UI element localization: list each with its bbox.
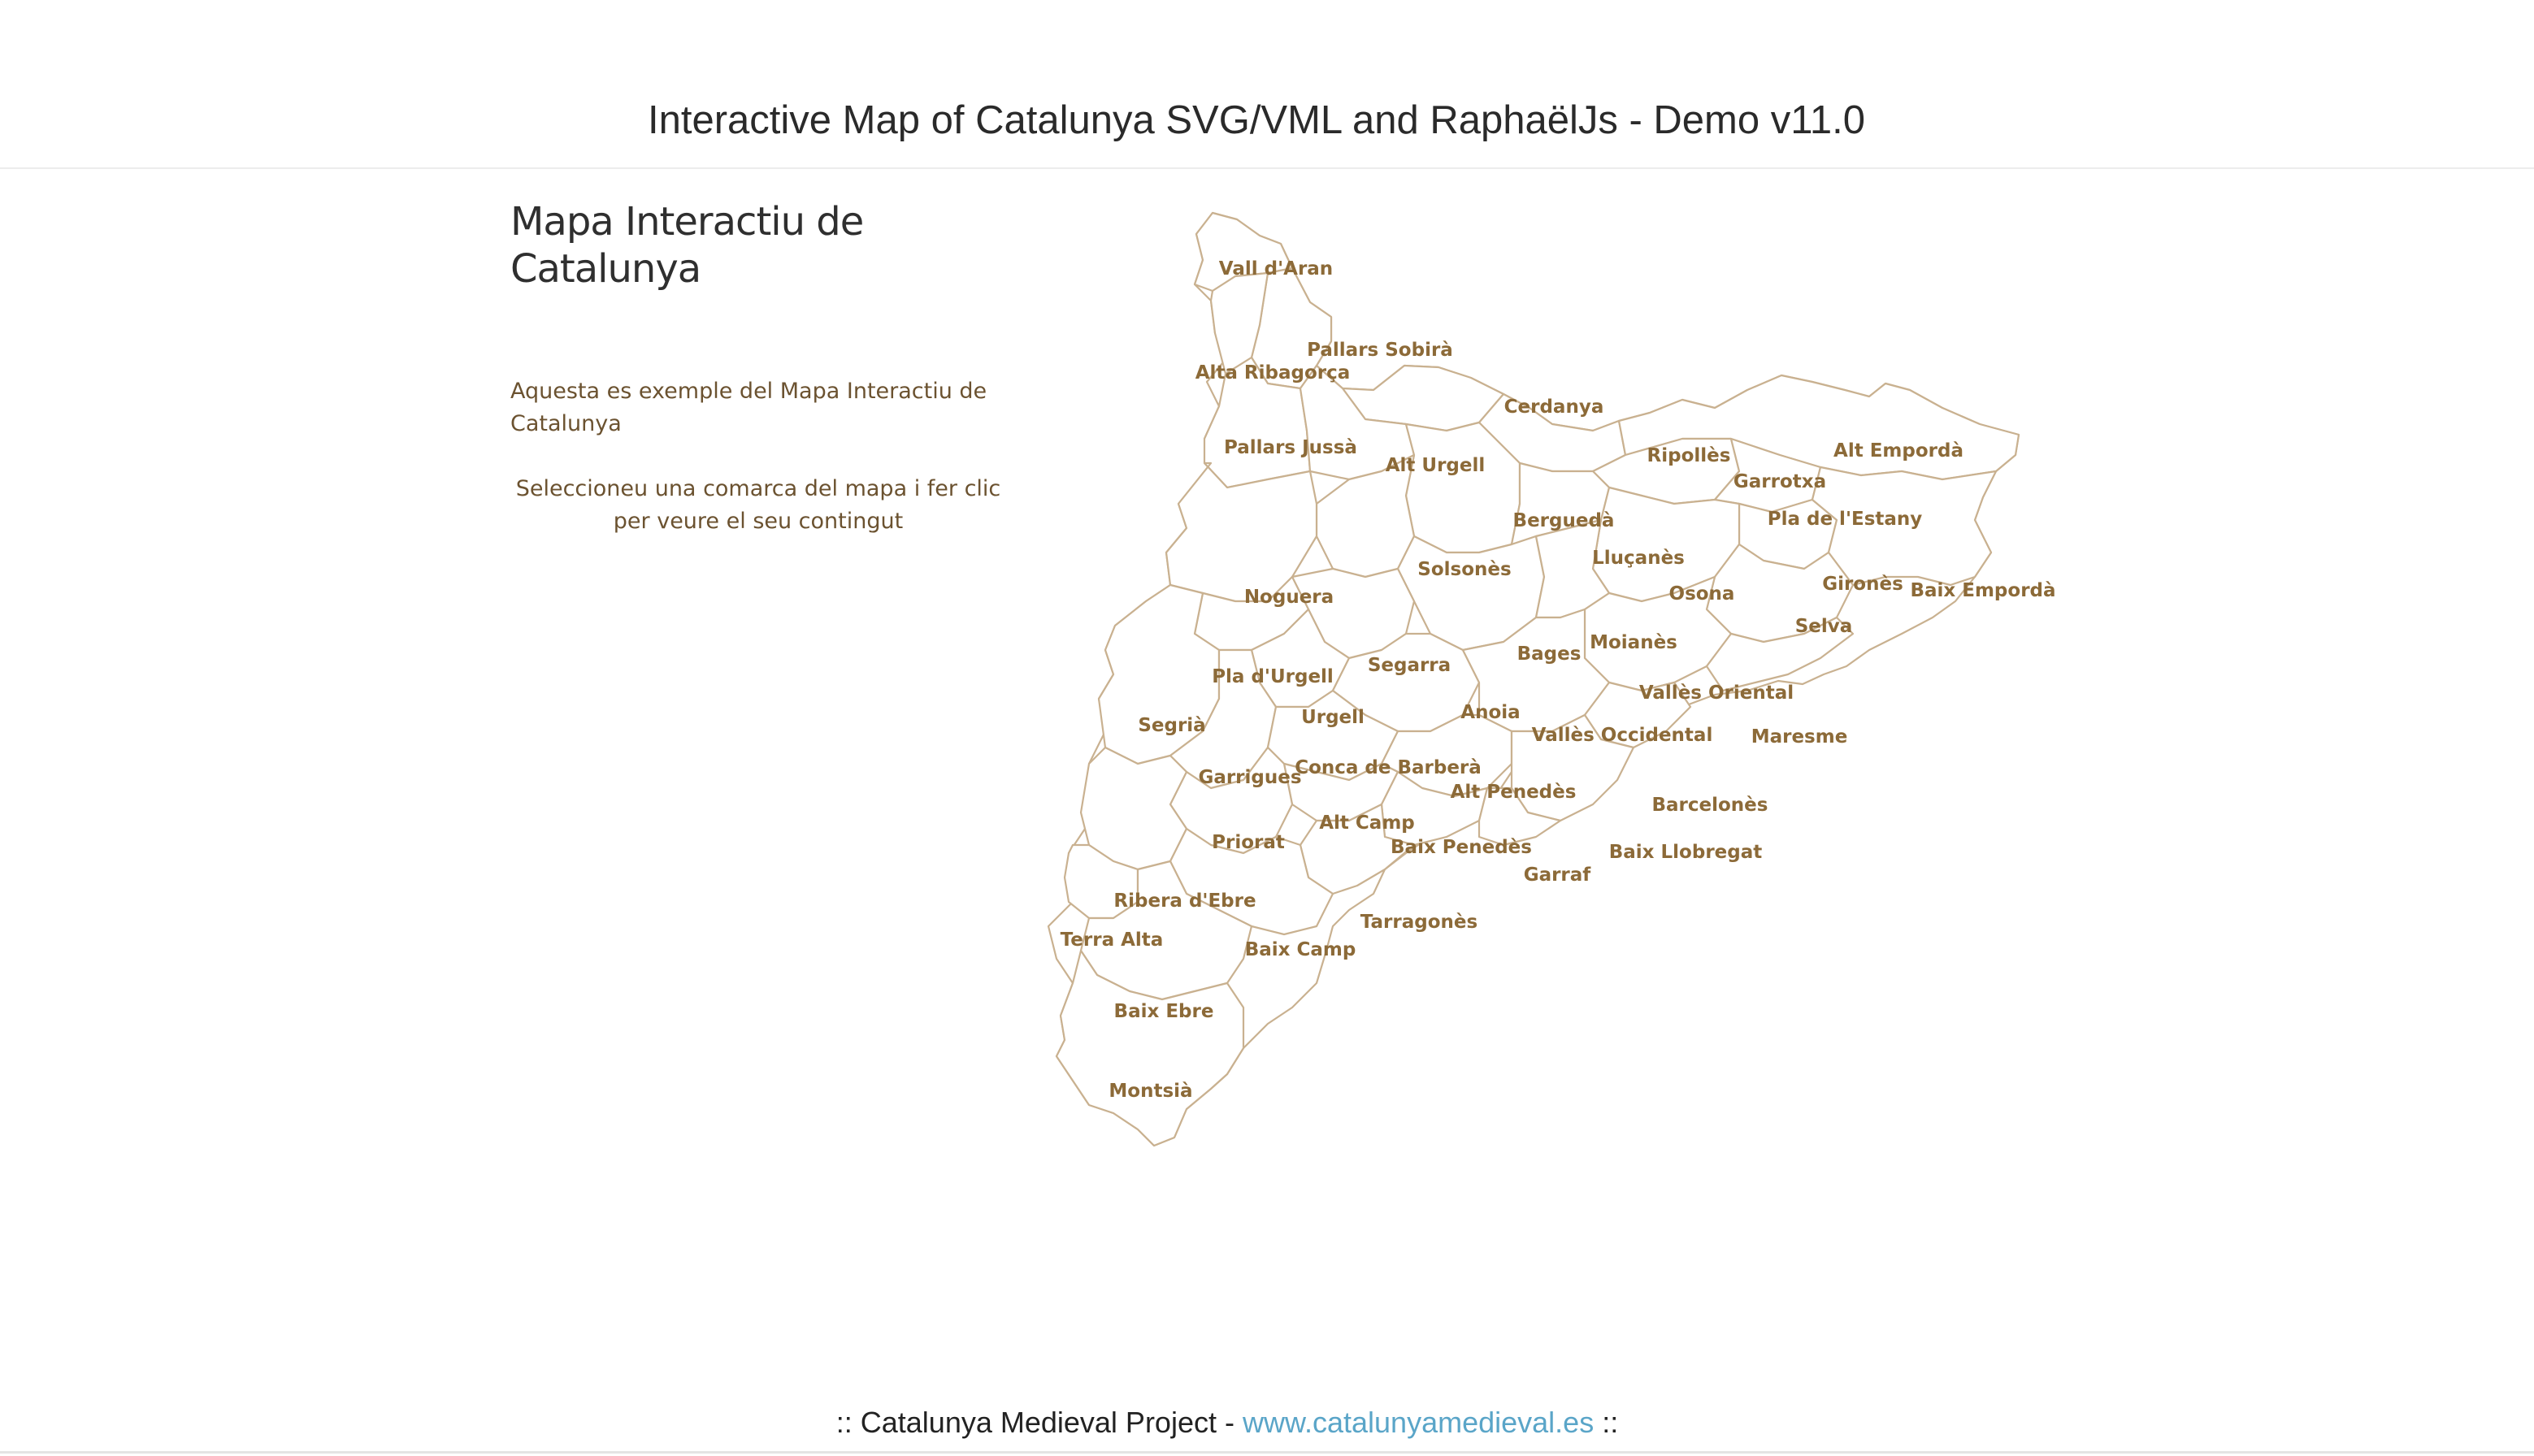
label-bages[interactable]: Bages	[1517, 644, 1582, 665]
label-alt-penedes[interactable]: Alt Penedès	[1451, 782, 1577, 803]
label-alta-ribagorca[interactable]: Alta Ribagorça	[1195, 362, 1351, 384]
label-segarra[interactable]: Segarra	[1368, 655, 1451, 676]
sidebar-title: Mapa Interactiu de Catalunya	[510, 199, 864, 292]
catalunya-map[interactable]: Vall d'Aran Pallars Sobirà Alta Ribagorç…	[1024, 195, 2081, 1162]
header-divider	[0, 167, 2534, 169]
label-baix-camp[interactable]: Baix Camp	[1245, 939, 1356, 960]
footer: :: Catalunya Medieval Project - www.cata…	[0, 1406, 2454, 1440]
catalunya-map-svg[interactable]: Vall d'Aran Pallars Sobirà Alta Ribagorç…	[1024, 195, 2081, 1162]
label-montsia[interactable]: Montsià	[1109, 1081, 1192, 1102]
label-girones[interactable]: Gironès	[1822, 574, 1903, 595]
label-urgell[interactable]: Urgell	[1301, 707, 1365, 728]
label-garrigues[interactable]: Garrigues	[1198, 767, 1301, 788]
label-anoia[interactable]: Anoia	[1460, 702, 1520, 723]
label-baix-emporda[interactable]: Baix Empordà	[1910, 580, 2055, 601]
footer-link[interactable]: www.catalunyamedieval.es	[1243, 1406, 1594, 1439]
label-valles-occidental[interactable]: Vallès Occidental	[1532, 725, 1713, 746]
label-ripolles[interactable]: Ripollès	[1647, 445, 1731, 466]
label-pla-durgell[interactable]: Pla d'Urgell	[1212, 666, 1334, 687]
footer-divider	[0, 1451, 2534, 1454]
label-valles-oriental[interactable]: Vallès Oriental	[1639, 682, 1794, 704]
label-tarragones[interactable]: Tarragonès	[1360, 912, 1477, 933]
label-pallars-jussa[interactable]: Pallars Jussà	[1224, 437, 1357, 458]
label-garrotxa[interactable]: Garrotxa	[1733, 471, 1826, 492]
label-barcelones[interactable]: Barcelonès	[1652, 795, 1768, 816]
label-terra-alta[interactable]: Terra Alta	[1061, 930, 1164, 951]
label-selva[interactable]: Selva	[1795, 616, 1853, 637]
label-llucanes[interactable]: Lluçanès	[1592, 548, 1685, 569]
sidebar-description: Aquesta es exemple del Mapa Interactiu d…	[510, 375, 1006, 538]
label-alt-camp[interactable]: Alt Camp	[1319, 812, 1415, 834]
label-osona[interactable]: Osona	[1669, 583, 1735, 604]
sidebar-intro: Aquesta es exemple del Mapa Interactiu d…	[510, 379, 987, 436]
label-moianes[interactable]: Moianès	[1590, 632, 1677, 653]
label-pallars-sobira[interactable]: Pallars Sobirà	[1307, 340, 1453, 361]
label-cerdanya[interactable]: Cerdanya	[1504, 396, 1604, 418]
label-priorat[interactable]: Priorat	[1212, 832, 1285, 853]
label-pla-de-lestany[interactable]: Pla de l'Estany	[1768, 509, 1923, 530]
label-ribera-debre[interactable]: Ribera d'Ebre	[1113, 890, 1256, 912]
label-vall-daran[interactable]: Vall d'Aran	[1219, 258, 1333, 280]
page-title: Interactive Map of Catalunya SVG/VML and…	[648, 98, 1865, 142]
label-baix-llobregat[interactable]: Baix Llobregat	[1609, 842, 1763, 863]
label-alt-urgell[interactable]: Alt Urgell	[1386, 455, 1486, 476]
label-conca-de-barbera[interactable]: Conca de Barberà	[1295, 757, 1482, 778]
label-solsones[interactable]: Solsonès	[1417, 559, 1511, 580]
sidebar-instructions: Seleccioneu una comarca del mapa i fer c…	[515, 476, 1001, 534]
footer-prefix: :: Catalunya Medieval Project -	[835, 1406, 1234, 1439]
footer-suffix: ::	[1602, 1406, 1619, 1439]
label-maresme[interactable]: Maresme	[1751, 726, 1848, 748]
label-bergueda[interactable]: Berguedà	[1513, 510, 1615, 531]
label-noguera[interactable]: Noguera	[1244, 587, 1334, 608]
label-baix-penedes[interactable]: Baix Penedès	[1391, 837, 1532, 858]
label-alt-emporda[interactable]: Alt Empordà	[1833, 440, 1963, 462]
label-garraf[interactable]: Garraf	[1524, 864, 1592, 886]
label-baix-ebre[interactable]: Baix Ebre	[1114, 1001, 1214, 1022]
label-segria[interactable]: Segrià	[1138, 715, 1205, 736]
